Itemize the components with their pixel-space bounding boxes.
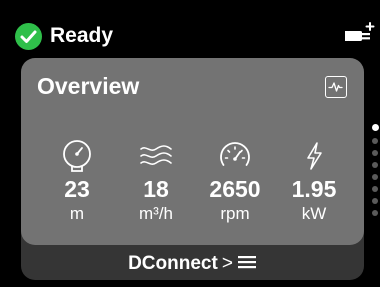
metric-speed: 2650 rpm	[200, 138, 270, 224]
page-dot-8[interactable]	[372, 210, 378, 216]
metric-power: 1.95 kW	[279, 138, 349, 224]
lightning-icon	[307, 142, 322, 170]
metric-value: 1.95	[291, 176, 337, 202]
page-dot-4[interactable]	[372, 162, 378, 168]
metric-unit: rpm	[220, 204, 250, 223]
flow-waves-icon	[140, 145, 172, 165]
pressure-gauge-icon	[63, 140, 91, 172]
page-dot-2[interactable]	[372, 138, 378, 144]
metric-unit: kW	[301, 204, 327, 223]
metric-unit: m	[69, 204, 85, 223]
page-dot-1[interactable]	[371, 124, 379, 131]
dconnect-menu-button[interactable]: DConnect >	[21, 253, 364, 275]
metric-value: 2650	[209, 176, 261, 202]
hamburger-menu-icon	[237, 255, 256, 269]
metric-value: 18	[143, 176, 169, 202]
speedometer-icon	[220, 142, 250, 166]
chart-button[interactable]	[325, 76, 347, 98]
page-dot-5[interactable]	[372, 174, 378, 180]
card-title: Overview	[37, 73, 140, 99]
page-dot-6[interactable]	[372, 186, 378, 192]
metric-flow: 18 m³/h	[121, 138, 191, 224]
pulse-chart-icon	[328, 82, 343, 92]
checkmark-circle-icon	[15, 23, 42, 50]
dconnect-label: DConnect	[128, 253, 218, 274]
status-text: Ready	[50, 24, 114, 47]
metric-unit: m³/h	[139, 204, 173, 223]
page-dot-3[interactable]	[372, 150, 378, 156]
status-bar: Ready	[0, 0, 380, 56]
metric-value: 23	[64, 176, 90, 202]
overview-card[interactable]: Overview 23 m 18 m³/h 2650 rpm 1.95 kW	[21, 58, 364, 245]
metric-head: 23 m	[42, 138, 112, 224]
plug-plus-icon[interactable]	[345, 20, 377, 46]
chevron-right-icon: >	[221, 253, 233, 274]
page-dot-7[interactable]	[372, 198, 378, 204]
